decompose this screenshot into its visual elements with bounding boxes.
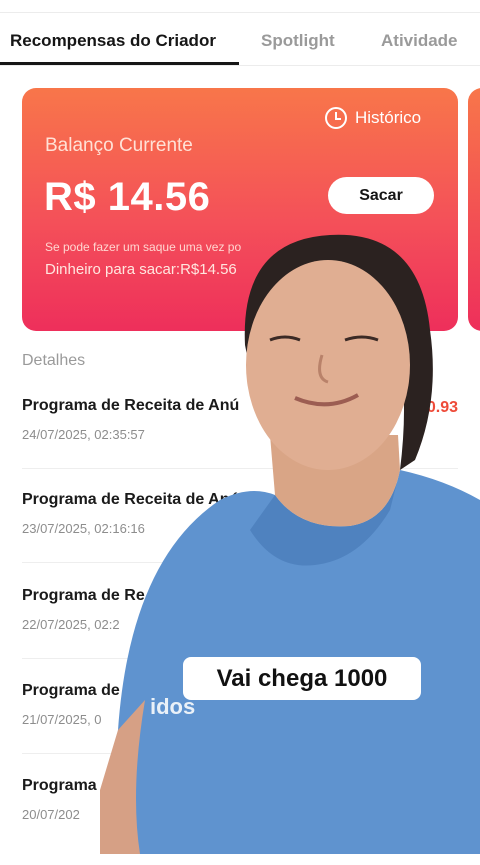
- details-title: Detalhes: [22, 352, 86, 369]
- history-link[interactable]: Histórico: [325, 107, 421, 129]
- row-date: 21/07/2025, 0: [22, 712, 102, 727]
- history-label: Histórico: [355, 108, 422, 127]
- tab-spotlight[interactable]: Spotlight: [261, 31, 335, 51]
- clock-icon: [325, 107, 347, 129]
- row-title: Programa: [22, 777, 97, 794]
- tab-creator-rewards[interactable]: Recompensas do Criador: [10, 31, 216, 51]
- balance-value: R$ 14.56: [44, 175, 211, 219]
- person-overlay: idos: [100, 234, 480, 854]
- row-date: 20/07/202: [22, 807, 80, 822]
- tab-activity[interactable]: Atividade: [381, 31, 458, 51]
- withdraw-button[interactable]: Sacar: [328, 177, 434, 214]
- tab-bar: Recompensas do Criador Spotlight Ativida…: [0, 12, 480, 66]
- balance-label: Balanço Currente: [45, 135, 193, 156]
- video-caption: Vai chega 1000: [183, 657, 421, 700]
- face: [246, 260, 410, 470]
- active-tab-indicator: [0, 62, 239, 65]
